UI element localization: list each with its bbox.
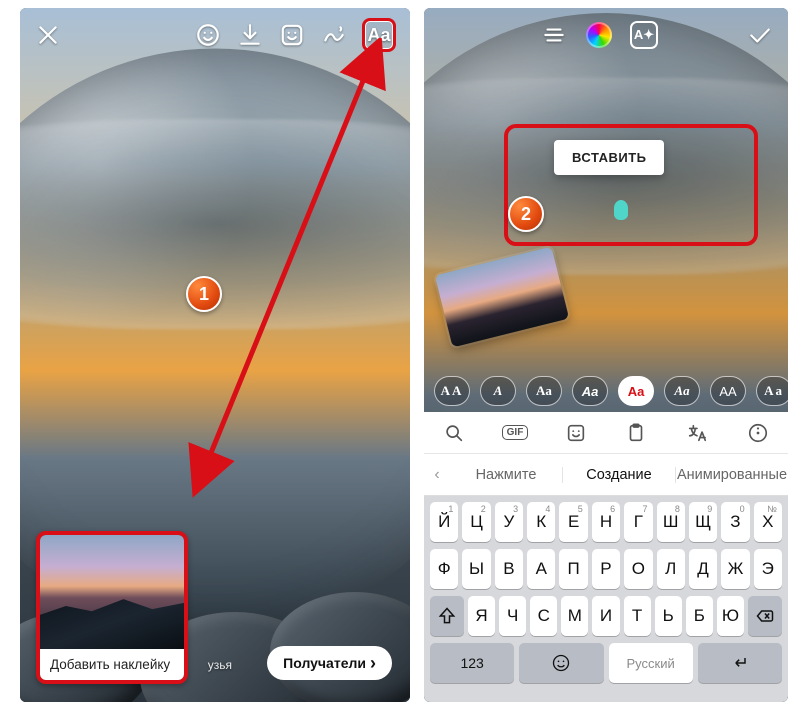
numeric-key[interactable]: 123	[430, 643, 514, 683]
kbd-key[interactable]: В	[495, 549, 523, 589]
editor-top-toolbar: Aa	[20, 8, 410, 62]
draw-icon[interactable]	[320, 21, 348, 49]
kbd-key[interactable]: Ц2	[462, 502, 490, 542]
onscreen-keyboard: Й1Ц2У3К4Е5Н6Г7Ш8Щ9З0Х№ ФЫВАПРОЛДЖЭ ЯЧСМИ…	[424, 496, 788, 702]
kbd-key[interactable]: С	[530, 596, 557, 636]
kbd-key[interactable]: Э	[754, 549, 782, 589]
font-chip[interactable]: Aa	[756, 376, 788, 406]
kbd-key[interactable]: Е5	[559, 502, 587, 542]
kbd-key[interactable]: Ч	[499, 596, 526, 636]
kbd-key[interactable]: Р	[592, 549, 620, 589]
font-chip[interactable]: Aa	[526, 376, 562, 406]
kbd-key[interactable]: Щ9	[689, 502, 717, 542]
kbd-key[interactable]: Н6	[592, 502, 620, 542]
annotation-marker-1: 1	[186, 276, 222, 312]
chevron-right-icon: ›	[370, 656, 376, 670]
kbd-key[interactable]: Л	[657, 549, 685, 589]
return-key[interactable]	[698, 643, 782, 683]
font-chip[interactable]: AA	[434, 376, 470, 406]
font-chip[interactable]: AA	[710, 376, 746, 406]
effects-icon[interactable]	[194, 21, 222, 49]
kbd-key[interactable]: Ш8	[657, 502, 685, 542]
download-icon[interactable]	[236, 21, 264, 49]
kbd-key[interactable]: З0	[721, 502, 749, 542]
kbd-key[interactable]: Ф	[430, 549, 458, 589]
sticker-kbd-icon[interactable]	[561, 418, 591, 448]
text-tool-button[interactable]: Aa	[362, 18, 396, 52]
keyboard-tool-row: GIF	[424, 412, 788, 454]
translate-icon[interactable]	[682, 418, 712, 448]
kbd-key[interactable]: Й1	[430, 502, 458, 542]
kbd-row: ЯЧСМИТЬБЮ	[427, 596, 785, 636]
story-editor-screen: Aa узья Получатели › Добавить наклейку	[20, 8, 410, 702]
kbd-key[interactable]: П	[559, 549, 587, 589]
search-icon[interactable]	[439, 418, 469, 448]
kbd-key[interactable]: Ь	[655, 596, 682, 636]
suggestion-option[interactable]: Нажмите	[450, 467, 562, 483]
kbd-key[interactable]: Я	[468, 596, 495, 636]
text-align-icon[interactable]	[540, 21, 568, 49]
close-icon[interactable]	[34, 21, 62, 49]
font-chip[interactable]: Aa	[664, 376, 700, 406]
kbd-key[interactable]: К4	[527, 502, 555, 542]
kbd-key[interactable]: И	[592, 596, 619, 636]
sticker-thumbnail	[40, 535, 184, 649]
clipboard-icon[interactable]	[621, 418, 651, 448]
kbd-key[interactable]: Т	[624, 596, 651, 636]
annotation-marker-2: 2	[508, 196, 544, 232]
settings-kbd-icon[interactable]	[743, 418, 773, 448]
kbd-key[interactable]: Ы	[462, 549, 490, 589]
gif-icon[interactable]: GIF	[500, 418, 530, 448]
space-key[interactable]: Русский	[609, 643, 693, 683]
kbd-key[interactable]: Д	[689, 549, 717, 589]
kbd-key[interactable]: Х№	[754, 502, 782, 542]
kbd-key[interactable]: М	[561, 596, 588, 636]
sticker-icon[interactable]	[278, 21, 306, 49]
keyboard-suggestion-row: ‹ Нажмите Создание Анимированные	[424, 454, 788, 496]
kbd-key[interactable]: Ж	[721, 549, 749, 589]
add-sticker-label: Добавить наклейку	[40, 649, 184, 680]
color-picker-icon[interactable]	[586, 22, 612, 48]
add-sticker-tray[interactable]: Добавить наклейку	[36, 531, 188, 684]
font-chip[interactable]: A	[480, 376, 516, 406]
shift-key[interactable]	[430, 596, 464, 636]
text-entry-screen: A✦ ВСТАВИТЬ AA A Aa Aa Aa Aa AA Aa GIF	[424, 8, 788, 702]
paste-context-menu[interactable]: ВСТАВИТЬ	[554, 140, 664, 175]
kbd-key[interactable]: О	[624, 549, 652, 589]
chevron-left-icon[interactable]: ‹	[424, 466, 450, 484]
backspace-key[interactable]	[748, 596, 782, 636]
text-effect-toggle[interactable]: A✦	[630, 21, 658, 49]
text-cursor-handle[interactable]	[614, 200, 628, 220]
suggestion-option[interactable]: Анимированные	[676, 467, 788, 483]
kbd-row: Й1Ц2У3К4Е5Н6Г7Ш8Щ9З0Х№	[427, 502, 785, 542]
recipients-label: Получатели	[283, 655, 366, 671]
emoji-key[interactable]	[519, 643, 603, 683]
text-edit-top-toolbar: A✦	[424, 8, 788, 62]
kbd-key[interactable]: А	[527, 549, 555, 589]
recipients-button[interactable]: Получатели ›	[267, 646, 392, 680]
font-style-row: AA A Aa Aa Aa Aa AA Aa	[424, 370, 788, 412]
kbd-key[interactable]: Ю	[717, 596, 744, 636]
kbd-key[interactable]: У3	[495, 502, 523, 542]
kbd-row: ФЫВАПРОЛДЖЭ	[427, 549, 785, 589]
suggestion-option[interactable]: Создание	[562, 467, 676, 483]
font-chip-selected[interactable]: Aa	[618, 376, 654, 406]
done-check-icon[interactable]	[746, 21, 774, 49]
font-chip[interactable]: Aa	[572, 376, 608, 406]
kbd-key[interactable]: Б	[686, 596, 713, 636]
kbd-row: 123 Русский	[427, 643, 785, 683]
kbd-key[interactable]: Г7	[624, 502, 652, 542]
close-friends-label: узья	[208, 658, 232, 672]
